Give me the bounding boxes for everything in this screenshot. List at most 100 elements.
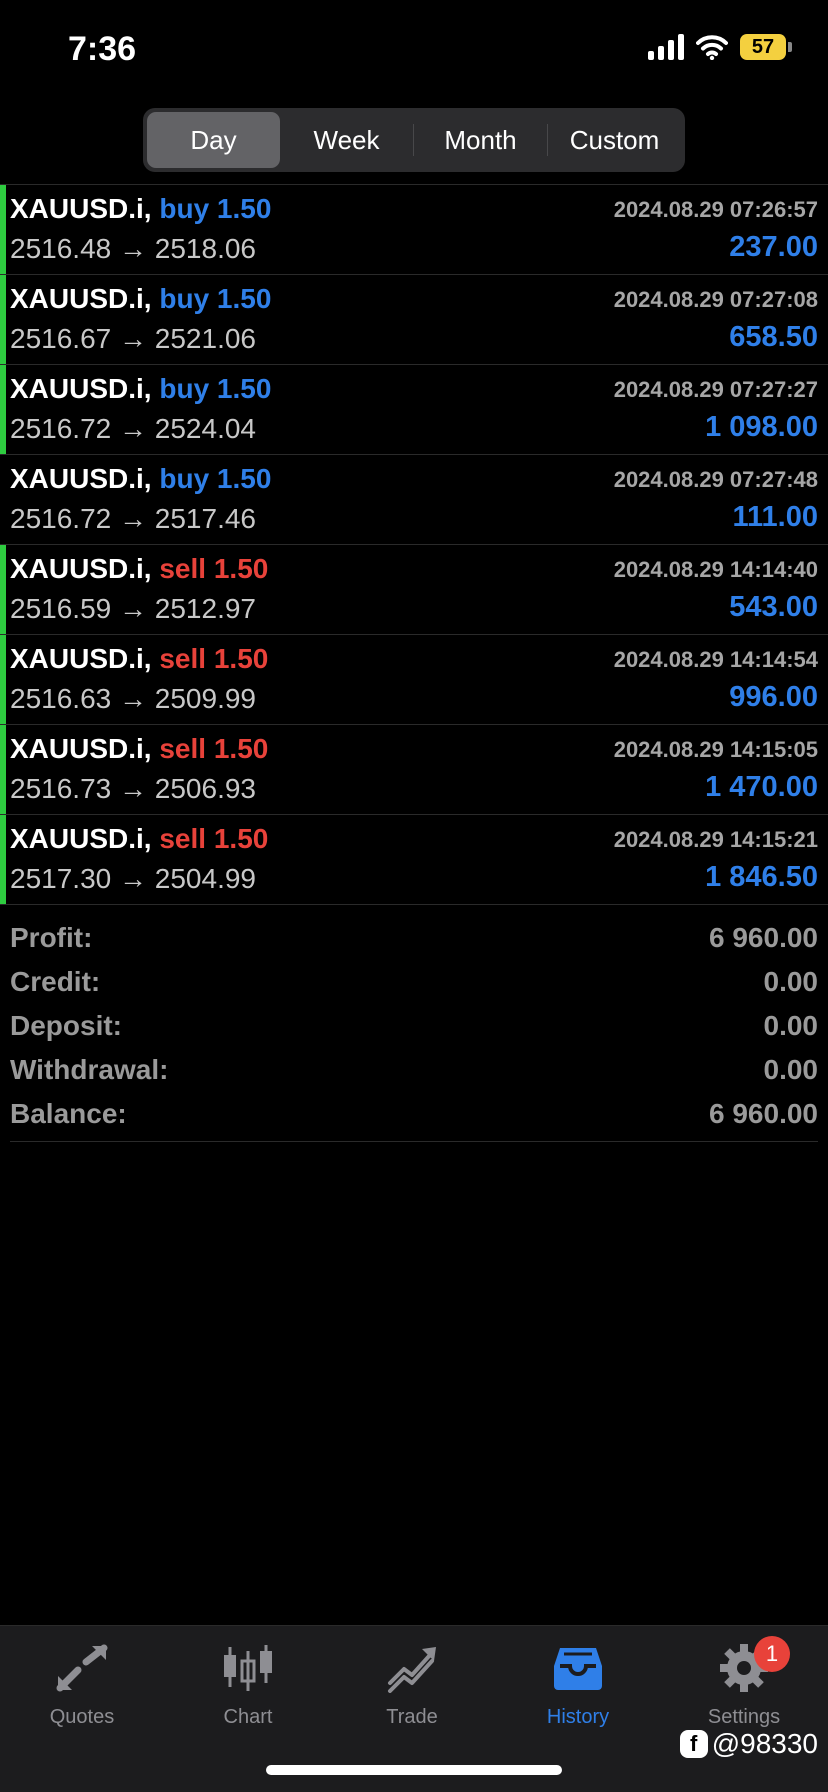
tab-label: Settings [707, 1706, 781, 1728]
arrow-icon: → [119, 413, 147, 444]
history-icon [550, 1640, 606, 1696]
deal-close-price: 2509.99 [154, 683, 256, 714]
tab-week[interactable]: Week [280, 112, 413, 168]
deal-close-price: 2518.06 [154, 233, 256, 264]
arrow-icon: → [119, 503, 147, 534]
deal-time: 2024.08.29 07:27:08 [613, 287, 818, 312]
deal-type: sell [159, 823, 207, 854]
summary-row: Credit: 0.00 [10, 960, 818, 1004]
arrow-icon: → [119, 593, 147, 624]
deal-accent-bar [0, 365, 6, 454]
deal-row[interactable]: XAUUSD.i, buy 1.50 2516.67 → 2521.06 2024.… [0, 275, 828, 365]
deal-close-price: 2506.93 [154, 773, 256, 804]
watermark-text: @98330 [711, 1728, 818, 1759]
summary-value: 0.00 [763, 1010, 819, 1041]
quotes-icon [54, 1640, 110, 1696]
deal-time: 2024.08.29 14:14:54 [613, 647, 818, 672]
deal-row[interactable]: XAUUSD.i, buy 1.50 2516.72 → 2517.46 2024.… [0, 455, 828, 545]
tab-history[interactable]: History [518, 1640, 638, 1740]
deal-volume: 1.50 [216, 283, 272, 314]
deal-header: XAUUSD.i, buy 1.50 [10, 463, 271, 495]
tab-month[interactable]: Month [414, 112, 547, 168]
trade-icon [384, 1640, 440, 1696]
deal-row[interactable]: XAUUSD.i, sell 1.50 2516.59 → 2512.97 2024… [0, 545, 828, 635]
deal-symbol: XAUUSD.i, [10, 643, 152, 674]
deal-open-price: 2517.30 [10, 863, 112, 894]
tab-label: History [546, 1706, 610, 1728]
chart-icon [220, 1640, 276, 1696]
deal-row[interactable]: XAUUSD.i, sell 1.50 2517.30 → 2504.99 2024… [0, 815, 828, 905]
tab-chart[interactable]: Chart [188, 1640, 308, 1740]
deal-header: XAUUSD.i, sell 1.50 [10, 553, 268, 585]
tab-label: Chart [223, 1706, 273, 1728]
deal-accent-bar [0, 185, 6, 274]
deal-close-price: 2517.46 [154, 503, 256, 534]
tab-custom[interactable]: Custom [548, 112, 681, 168]
facebook-icon: f [679, 1730, 708, 1758]
deal-type: buy [159, 463, 210, 494]
arrow-icon: → [119, 233, 147, 264]
summary-value: 0.00 [763, 966, 819, 997]
arrow-icon: → [119, 323, 147, 354]
deal-accent-bar [0, 725, 6, 814]
deal-time: 2024.08.29 14:15:05 [613, 737, 818, 762]
tab-day[interactable]: Day [147, 112, 280, 168]
deal-time: 2024.08.29 07:26:57 [613, 197, 818, 222]
battery-icon: 57 [740, 34, 792, 60]
deal-header: XAUUSD.i, sell 1.50 [10, 823, 268, 855]
deal-prices: 2516.73 → 2506.93 [10, 773, 256, 805]
deal-row[interactable]: XAUUSD.i, buy 1.50 2516.48 → 2518.06 2024.… [0, 185, 828, 275]
deal-symbol: XAUUSD.i, [10, 193, 152, 224]
deal-header: XAUUSD.i, buy 1.50 [10, 283, 271, 315]
deal-close-price: 2504.99 [154, 863, 256, 894]
status-icons: 57 [648, 34, 792, 60]
deal-profit: 658.50 [729, 321, 818, 353]
deal-prices: 2516.67 → 2521.06 [10, 323, 256, 355]
summary-row: Withdrawal: 0.00 [10, 1048, 818, 1092]
tab-trade[interactable]: Trade [352, 1640, 472, 1740]
deal-profit: 996.00 [729, 681, 818, 713]
deal-volume: 1.50 [213, 823, 269, 854]
tab-bar: Quotes Chart Trade History 1 Settings f … [0, 1625, 828, 1792]
arrow-icon: → [119, 863, 147, 894]
deal-symbol: XAUUSD.i, [10, 823, 152, 854]
deal-type: buy [159, 193, 210, 224]
deal-accent-bar [0, 635, 6, 724]
tab-label: Quotes [49, 1706, 115, 1728]
deal-prices: 2516.72 → 2524.04 [10, 413, 256, 445]
deal-open-price: 2516.63 [10, 683, 112, 714]
deal-open-price: 2516.73 [10, 773, 112, 804]
deal-row[interactable]: XAUUSD.i, sell 1.50 2516.63 → 2509.99 2024… [0, 635, 828, 725]
tab-label: Trade [386, 1706, 438, 1728]
deal-time: 2024.08.29 14:14:40 [613, 557, 818, 582]
status-bar: 7:36 57 [0, 0, 828, 100]
deal-symbol: XAUUSD.i, [10, 463, 152, 494]
summary-section: Profit: 6 960.00 Credit: 0.00 Deposit: 0.00 Wi… [0, 916, 828, 1136]
deal-close-price: 2512.97 [154, 593, 256, 624]
deal-row[interactable]: XAUUSD.i, sell 1.50 2516.73 → 2506.93 2024… [0, 725, 828, 815]
deal-close-price: 2521.06 [154, 323, 256, 354]
deal-close-price: 2524.04 [154, 413, 256, 444]
deal-prices: 2517.30 → 2504.99 [10, 863, 256, 895]
deal-type: buy [159, 373, 210, 404]
deal-symbol: XAUUSD.i, [10, 553, 152, 584]
tab-quotes[interactable]: Quotes [22, 1640, 142, 1740]
deal-prices: 2516.72 → 2517.46 [10, 503, 256, 535]
deal-row[interactable]: XAUUSD.i, buy 1.50 2516.72 → 2524.04 2024.… [0, 365, 828, 455]
summary-row: Balance: 6 960.00 [10, 1092, 818, 1136]
deal-header: XAUUSD.i, sell 1.50 [10, 643, 268, 675]
tab-settings[interactable]: 1 Settings [684, 1636, 804, 1740]
settings-badge: 1 [754, 1636, 790, 1672]
arrow-icon: → [119, 773, 147, 804]
deals-list: XAUUSD.i, buy 1.50 2516.48 → 2518.06 2024.… [0, 184, 828, 905]
home-indicator [266, 1765, 562, 1775]
deal-type: sell [159, 733, 207, 764]
status-time: 7:36 [68, 30, 137, 68]
summary-value: 6 960.00 [709, 1098, 818, 1129]
deal-time: 2024.08.29 14:15:21 [613, 827, 818, 852]
deal-profit: 111.00 [732, 501, 819, 533]
deal-header: XAUUSD.i, sell 1.50 [10, 733, 268, 765]
deal-accent-bar [0, 455, 6, 544]
period-segmented-control: Day Week Month Custom [143, 108, 685, 172]
deal-type: buy [159, 283, 210, 314]
